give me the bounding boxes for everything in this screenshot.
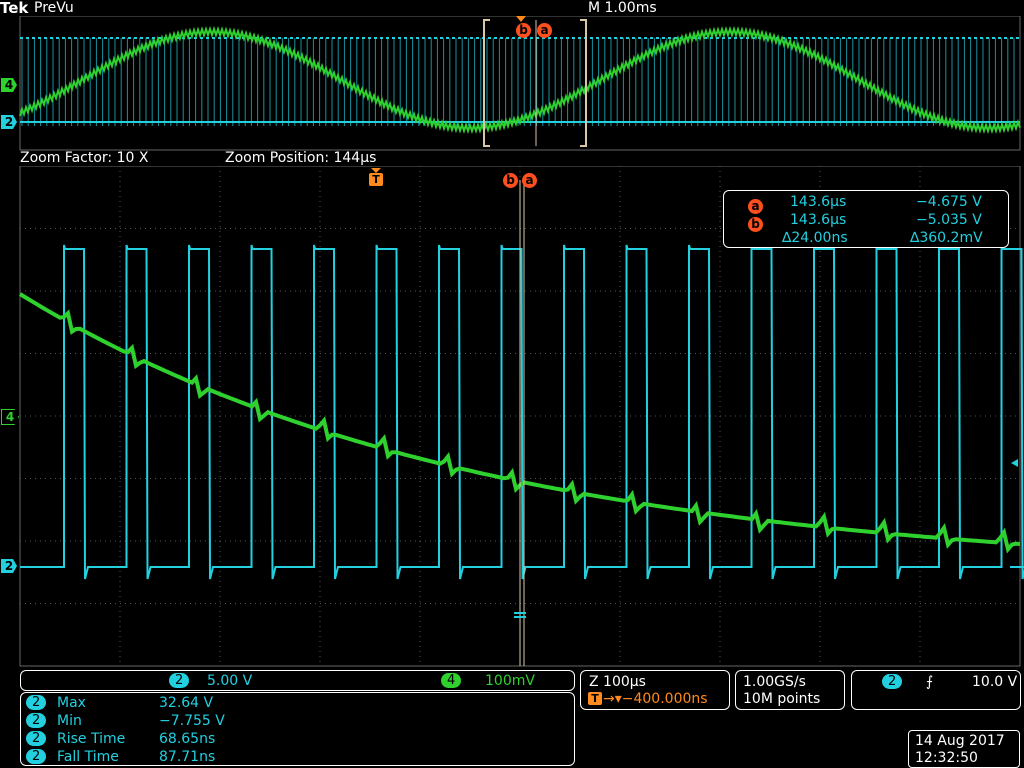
- measurement-row[interactable]: 2 Min −7.755 V: [26, 712, 571, 730]
- measurement-value: 68.65ns: [159, 731, 216, 747]
- readout-cursor-b-icon: b: [748, 217, 763, 232]
- trigger-panel[interactable]: 2 ⨍ 10.0 V: [851, 670, 1021, 710]
- overview-cursor-a-marker[interactable]: a: [537, 23, 552, 38]
- measurement-value: 32.64 V: [159, 695, 214, 711]
- measurement-name: Min: [57, 713, 82, 729]
- channel-scale-bar[interactable]: 2 5.00 V 4 100mV: [20, 670, 575, 691]
- record-length[interactable]: 10M points: [743, 691, 820, 707]
- cursor-a-time: 143.6µs: [790, 194, 847, 210]
- zoom-factor-label: Zoom Factor: 10 X: [20, 150, 149, 166]
- measurement-channel-badge: 2: [26, 749, 47, 764]
- measurement-name: Rise Time: [57, 731, 126, 747]
- measurement-channel-badge: 2: [26, 695, 47, 710]
- cursor-delta-time: ∆24.00ns: [782, 230, 848, 246]
- ch2-scale[interactable]: 5.00 V: [207, 673, 252, 689]
- measurement-row[interactable]: 2 Fall Time 87.71ns: [26, 748, 571, 766]
- trigger-t-icon: T: [588, 692, 602, 705]
- datetime-panel: 14 Aug 2017 12:32:50: [908, 730, 1020, 768]
- ch4-badge[interactable]: 4: [441, 673, 462, 688]
- cursor-b-time: 143.6µs: [790, 212, 847, 228]
- zoom-position-label: Zoom Position: 144µs: [225, 150, 377, 166]
- timebase-readout: M 1.00ms: [588, 0, 657, 16]
- brand-label: Tek: [0, 0, 29, 17]
- cursor-a-value: −4.675 V: [916, 194, 982, 210]
- trigger-position-marker[interactable]: T: [369, 168, 383, 188]
- measurement-name: Max: [57, 695, 86, 711]
- overview-waveform-area[interactable]: [0, 16, 1024, 152]
- acquisition-panel[interactable]: 1.00GS/s 10M points: [735, 670, 845, 710]
- date-label: 14 Aug 2017: [915, 733, 1005, 749]
- measurement-row[interactable]: 2 Max 32.64 V: [26, 694, 571, 712]
- trigger-source-badge[interactable]: 2: [882, 674, 903, 689]
- cursor-readout-panel: a 143.6µs −4.675 V b 143.6µs −5.035 V ∆2…: [723, 190, 1009, 248]
- measurement-channel-badge: 2: [26, 713, 47, 728]
- measurement-value: 87.71ns: [159, 749, 216, 765]
- cursor-b-value: −5.035 V: [916, 212, 982, 228]
- acquisition-mode: PreVu: [34, 0, 74, 16]
- ch2-badge[interactable]: 2: [169, 673, 190, 688]
- measurement-row[interactable]: 2 Rise Time 68.65ns: [26, 730, 571, 748]
- cursor-a-marker[interactable]: a: [522, 173, 537, 188]
- trigger-slope-icon: ⨍: [926, 674, 934, 690]
- ch4-scale[interactable]: 100mV: [485, 673, 535, 689]
- overview-cursor-b-marker[interactable]: b: [516, 23, 531, 38]
- horizontal-panel[interactable]: Z 100µs T →▾−400.000ns: [580, 670, 730, 710]
- trigger-position[interactable]: →▾−400.000ns: [603, 691, 708, 707]
- cursor-b-marker[interactable]: b: [503, 173, 518, 188]
- measurement-channel-badge: 2: [26, 731, 47, 746]
- zoom-timebase[interactable]: Z 100µs: [589, 674, 646, 690]
- measurement-name: Fall Time: [57, 749, 119, 765]
- measurements-panel: 2 Max 32.64 V 2 Min −7.755 V 2 Rise Time 68.65ns…: [20, 692, 575, 766]
- time-label: 12:32:50: [915, 750, 978, 766]
- sample-rate[interactable]: 1.00GS/s: [743, 674, 806, 690]
- readout-cursor-a-icon: a: [748, 199, 763, 214]
- measurement-value: −7.755 V: [159, 713, 225, 729]
- cursor-delta-value: ∆360.2mV: [910, 230, 983, 246]
- trigger-level[interactable]: 10.0 V: [972, 674, 1017, 690]
